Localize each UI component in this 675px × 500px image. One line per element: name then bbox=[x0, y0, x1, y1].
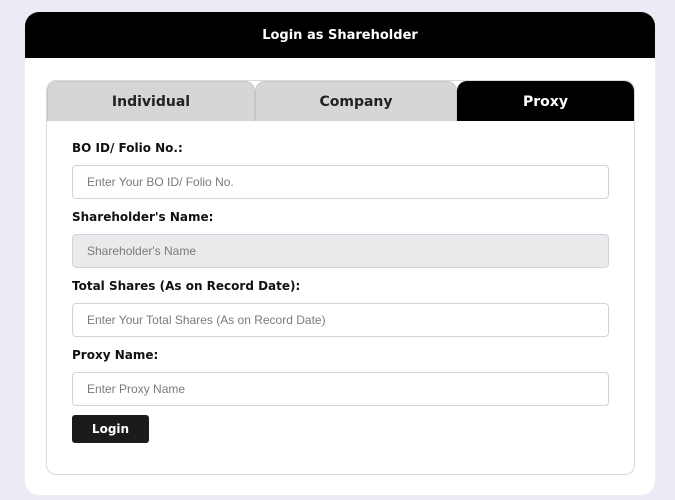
login-type-tabs: Individual Company Proxy bbox=[47, 81, 634, 121]
proxy-login-form: BO ID/ Folio No.: Shareholder's Name: To… bbox=[72, 139, 609, 443]
total-shares-label: Total Shares (As on Record Date): bbox=[72, 279, 301, 293]
shareholder-name-label: Shareholder's Name: bbox=[72, 210, 214, 224]
total-shares-input[interactable] bbox=[72, 303, 609, 337]
bo-id-input[interactable] bbox=[72, 165, 609, 199]
tab-individual[interactable]: Individual bbox=[47, 81, 255, 121]
card-title: Login as Shareholder bbox=[262, 27, 418, 43]
tab-proxy[interactable]: Proxy bbox=[457, 81, 634, 121]
card-header: Login as Shareholder bbox=[25, 12, 655, 58]
bo-id-label: BO ID/ Folio No.: bbox=[72, 141, 183, 155]
shareholder-name-input bbox=[72, 234, 609, 268]
login-panel: Individual Company Proxy BO ID/ Folio No… bbox=[46, 80, 635, 475]
proxy-name-label: Proxy Name: bbox=[72, 348, 159, 362]
proxy-name-input[interactable] bbox=[72, 372, 609, 406]
tab-company[interactable]: Company bbox=[255, 81, 457, 121]
login-button[interactable]: Login bbox=[72, 415, 149, 443]
login-card: Login as Shareholder Individual Company … bbox=[25, 12, 655, 495]
